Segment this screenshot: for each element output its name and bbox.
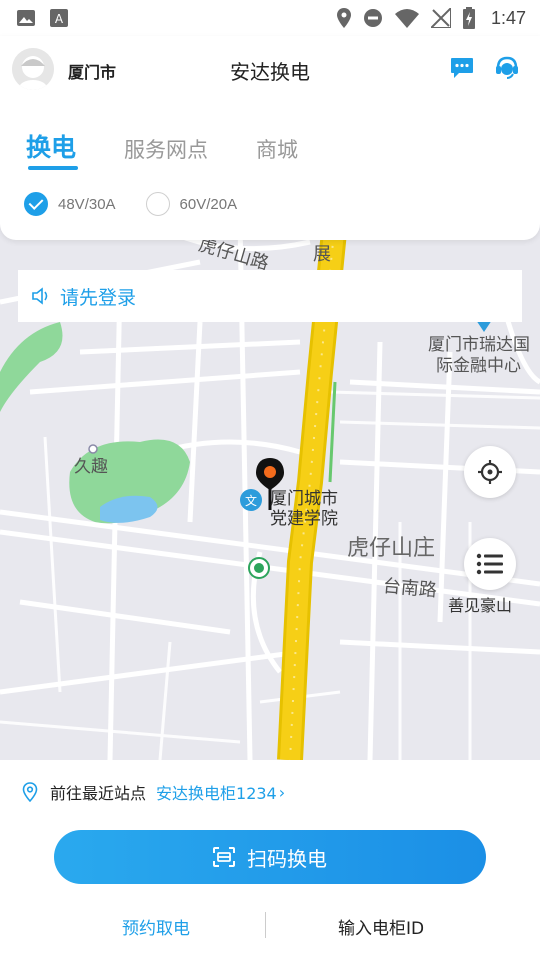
do-not-disturb-icon: [363, 9, 382, 27]
battery-charging-icon: [462, 7, 475, 29]
map-label: 台南路: [382, 575, 438, 602]
map-label: 虎仔山庄: [347, 536, 436, 561]
chevron-right-icon: ›: [278, 782, 286, 802]
login-prompt[interactable]: 请先登录: [60, 283, 136, 310]
map-label: 厦门市瑞达国: [428, 335, 530, 355]
active-tab-indicator: [28, 166, 78, 170]
font-app-icon: A: [50, 9, 68, 27]
map-label: 善见豪山: [448, 596, 513, 615]
input-cabinet-id-link[interactable]: 输入电柜ID: [338, 914, 424, 939]
nearest-station[interactable]: 前往最近站点 安达换电柜1234 ›: [22, 780, 285, 804]
spec-option-48v[interactable]: 48V/30A: [24, 192, 116, 216]
battery-spec-options: 48V/30A 60V/20A: [24, 192, 267, 216]
spec-option-60v[interactable]: 60V/20A: [145, 192, 238, 216]
list-icon: [476, 553, 503, 575]
map-label: 党建学院: [270, 509, 338, 529]
message-icon[interactable]: [450, 57, 474, 79]
nearest-station-link[interactable]: 安达换电柜1234: [156, 780, 277, 804]
svg-text:A: A: [55, 12, 64, 26]
divider: [265, 912, 266, 938]
status-bar: A 1:47: [0, 0, 540, 36]
scan-swap-label: 扫码换电: [247, 846, 327, 871]
no-signal-icon: [430, 8, 451, 28]
checkbox-checked-icon[interactable]: [24, 192, 48, 216]
nearest-station-label: 前往最近站点: [50, 784, 147, 803]
tab-swap[interactable]: 换电: [26, 128, 76, 164]
image-icon: [17, 10, 35, 26]
locate-button[interactable]: [464, 446, 516, 498]
location-pin-icon: [22, 782, 38, 802]
customer-service-icon[interactable]: [494, 55, 520, 81]
wifi-icon: [394, 9, 419, 28]
map-label: 展: [313, 244, 331, 265]
spec-label: 60V/20A: [179, 195, 238, 213]
bottom-links: 预约取电 输入电柜ID: [0, 910, 540, 940]
login-banner[interactable]: 请先登录: [18, 270, 522, 322]
tab-mall[interactable]: 商城: [256, 134, 298, 164]
map-label: 久趣: [74, 457, 108, 477]
scan-swap-button[interactable]: 扫码换电: [54, 830, 486, 884]
app-bar: 厦门市 安达换电: [0, 36, 540, 102]
top-card: 厦门市 安达换电 换电 服务网点 商城 48V/30A 60V/20A: [0, 36, 540, 240]
checkbox-unchecked-icon[interactable]: [145, 192, 170, 216]
reserve-power-link[interactable]: 预约取电: [122, 914, 190, 939]
location-status-icon: [336, 8, 351, 28]
scan-icon: [213, 847, 235, 867]
tab-service-points[interactable]: 服务网点: [124, 134, 208, 164]
spec-label: 48V/30A: [58, 195, 116, 213]
tab-bar: 换电 服务网点 商城: [26, 128, 346, 170]
bottom-panel: 前往最近站点 安达换电柜1234 › 扫码换电 预约取电 输入电柜ID: [0, 760, 540, 960]
status-time: 1:47: [490, 7, 526, 28]
list-view-button[interactable]: [464, 538, 516, 590]
map-label: 际金融中心: [436, 356, 521, 376]
speaker-icon: [32, 287, 48, 305]
svg-text:文: 文: [245, 493, 257, 508]
crosshair-icon: [478, 460, 502, 484]
